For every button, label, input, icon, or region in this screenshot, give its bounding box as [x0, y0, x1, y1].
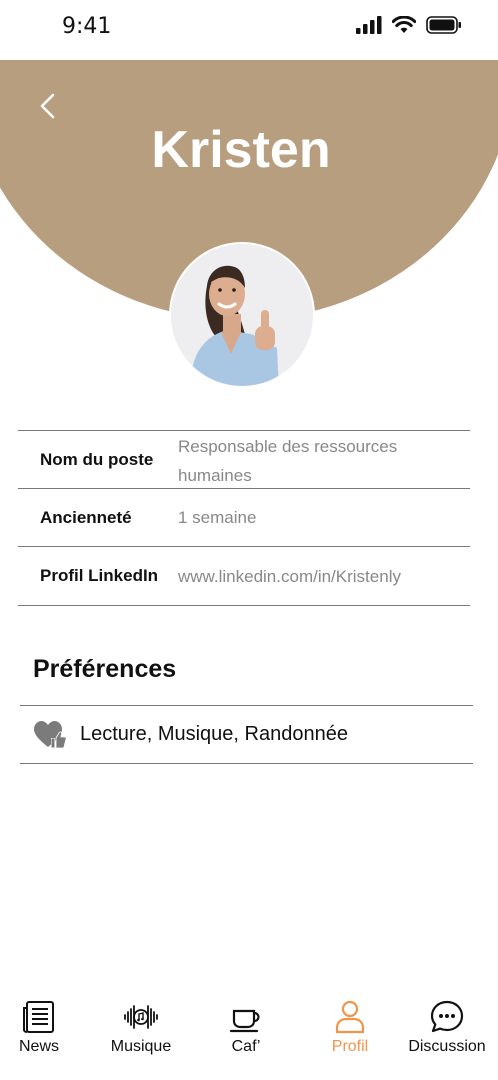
tab-profile[interactable]: Profil — [301, 985, 399, 1065]
job-title-value: Responsable des ressources humaines — [178, 436, 398, 485]
preferences-row: Lecture, Musique, Randonnée — [20, 705, 473, 764]
avatar-photo — [171, 244, 313, 386]
info-row-linkedin: Profil LinkedIn www.linkedin.com/in/Kris… — [18, 547, 470, 606]
info-row-job-title: Nom du poste Responsable des ressources … — [18, 431, 470, 489]
heart-like-icon — [34, 720, 66, 748]
info-row-seniority: Ancienneté 1 semaine — [18, 489, 470, 547]
tab-discussion[interactable]: Discussion — [398, 985, 496, 1065]
profile-name: Kristen — [151, 121, 331, 179]
tab-music[interactable]: Musique — [92, 985, 190, 1065]
battery-icon — [426, 16, 461, 34]
tab-music-label: Musique — [110, 1038, 172, 1055]
linkedin-link[interactable]: www.linkedin.com/in/Kristenly — [178, 562, 470, 591]
back-button[interactable] — [34, 90, 60, 122]
tab-profile-label: Profil — [331, 1038, 369, 1055]
wifi-icon — [392, 16, 416, 33]
chat-icon — [430, 1000, 464, 1033]
tab-news-label: News — [18, 1038, 59, 1055]
profile-info-table: Nom du poste Responsable des ressources … — [18, 430, 470, 606]
tab-coffee[interactable]: Caf’ — [197, 985, 295, 1065]
tab-discussion-label: Discussion — [408, 1038, 486, 1055]
user-icon — [335, 1000, 365, 1034]
coffee-icon — [229, 1009, 260, 1033]
preferences-title: Préférences — [33, 655, 177, 683]
status-bar: 9:41 — [0, 0, 498, 60]
signal-icon — [356, 16, 382, 34]
status-icons — [356, 16, 462, 34]
linkedin-label: Profil LinkedIn — [40, 566, 159, 585]
tab-news[interactable]: News — [0, 985, 88, 1065]
job-title-label: Nom du poste — [40, 449, 154, 469]
tab-coffee-label: Caf’ — [231, 1038, 261, 1055]
avatar — [169, 242, 315, 388]
status-time: 9:41 — [62, 14, 112, 39]
seniority-label: Ancienneté — [40, 507, 132, 527]
music-icon — [124, 1005, 158, 1029]
tab-bar: News Musique Caf’ Profil Discussion — [0, 985, 498, 1080]
preferences-list: Lecture, Musique, Randonnée — [80, 723, 348, 745]
newspaper-icon — [23, 1001, 54, 1033]
seniority-value: 1 semaine — [178, 508, 257, 527]
